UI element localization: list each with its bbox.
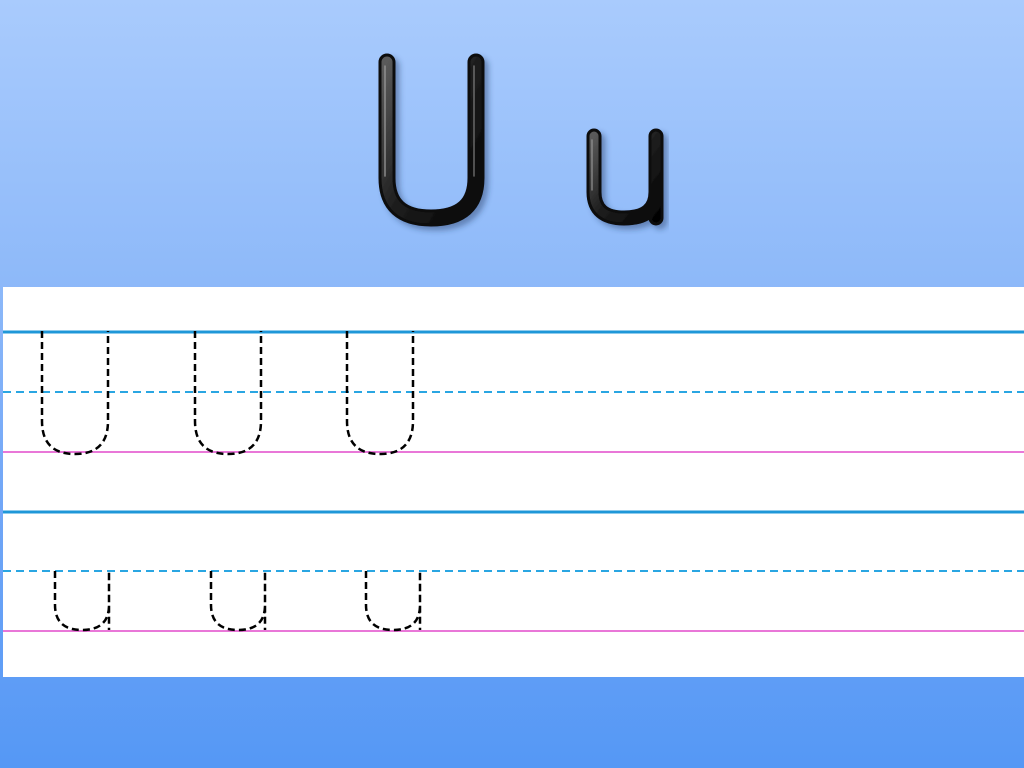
letter-display (378, 53, 664, 227)
uppercase-letter-glyph (378, 53, 485, 227)
practice-lines (3, 330, 1024, 632)
trace-lowercase-u[interactable] (53, 571, 111, 632)
title-area (0, 0, 1024, 287)
trace-lowercase-u[interactable] (209, 571, 267, 632)
handwriting-practice-sheet (3, 287, 1024, 677)
trace-lowercase-u[interactable] (364, 571, 422, 632)
lowercase-letter-glyph (586, 128, 664, 226)
